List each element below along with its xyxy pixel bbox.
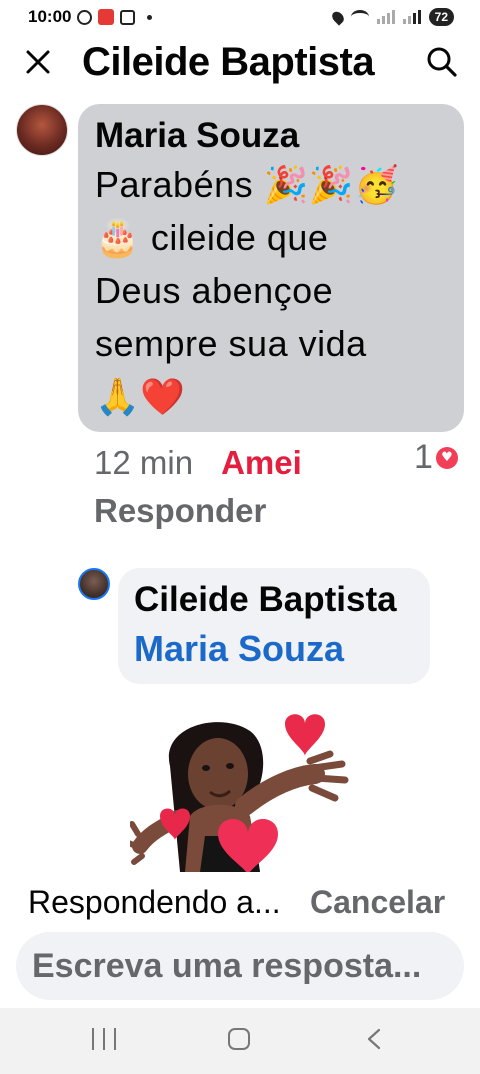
wifi-icon xyxy=(350,10,369,24)
reply-input[interactable] xyxy=(16,932,464,1000)
comment-line: 🙏❤️ xyxy=(95,376,186,417)
app-notification-icon xyxy=(98,9,115,25)
avatar-sticker[interactable] xyxy=(130,706,360,872)
reaction-summary[interactable]: 1 ♥ xyxy=(414,438,458,477)
search-icon xyxy=(427,47,457,77)
avatar-maria-souza[interactable] xyxy=(16,104,68,156)
close-icon xyxy=(26,50,50,74)
search-button[interactable] xyxy=(424,44,460,80)
sticker-image xyxy=(130,714,349,872)
scan-icon xyxy=(120,9,136,25)
more-notifications-dot-icon xyxy=(147,14,153,20)
comment-meta: 12 min Amei xyxy=(94,444,302,482)
comment-line: sempre sua vida xyxy=(95,323,367,364)
reply-bubble[interactable]: Cileide Baptista Maria Souza xyxy=(118,568,430,684)
reply-author[interactable]: Cileide Baptista xyxy=(134,576,414,624)
reply-composer: Respondendo a... Cancelar xyxy=(0,872,480,1008)
system-nav-bar xyxy=(0,1008,480,1074)
whatsapp-icon xyxy=(77,9,93,25)
comment-author[interactable]: Maria Souza xyxy=(95,114,446,158)
back-icon[interactable] xyxy=(364,1028,386,1050)
comment-timestamp: 12 min xyxy=(94,444,194,481)
cancel-reply-button[interactable]: Cancelar xyxy=(310,884,445,921)
status-right: 72 xyxy=(329,8,454,26)
comment-text: Parabéns 🎉🎉🥳 🎂 cileide que Deus abençoe … xyxy=(95,158,446,423)
reaction-count: 1 xyxy=(414,438,433,476)
header: Cileide Baptista xyxy=(0,34,480,94)
recent-apps-icon[interactable] xyxy=(92,1028,116,1052)
status-left: 10:00 xyxy=(28,7,153,27)
avatar-cileide-baptista[interactable] xyxy=(78,568,110,600)
battery-indicator: 72 xyxy=(428,8,454,26)
signal-icon xyxy=(376,10,395,24)
heart-icon: ♥ xyxy=(435,446,458,469)
signal-2-icon xyxy=(402,10,421,24)
reply-button[interactable]: Responder xyxy=(94,492,266,530)
replying-to-label: Respondendo a... xyxy=(28,884,281,920)
reply-mention-link[interactable]: Maria Souza xyxy=(134,624,414,674)
location-icon xyxy=(329,8,346,26)
close-button[interactable] xyxy=(20,44,56,80)
status-time: 10:00 xyxy=(28,7,72,26)
home-icon[interactable] xyxy=(228,1028,250,1050)
comment-bubble[interactable]: Maria Souza Parabéns 🎉🎉🥳 🎂 cileide que D… xyxy=(78,104,464,432)
comment-line: Deus abençoe xyxy=(95,270,334,311)
page-title: Cileide Baptista xyxy=(82,40,375,84)
comment-line: Parabéns 🎉🎉🥳 xyxy=(95,164,400,205)
status-bar: 10:00 72 xyxy=(0,0,480,34)
reaction-button[interactable]: Amei xyxy=(221,444,302,482)
comment-line: 🎂 cileide que xyxy=(95,217,329,258)
